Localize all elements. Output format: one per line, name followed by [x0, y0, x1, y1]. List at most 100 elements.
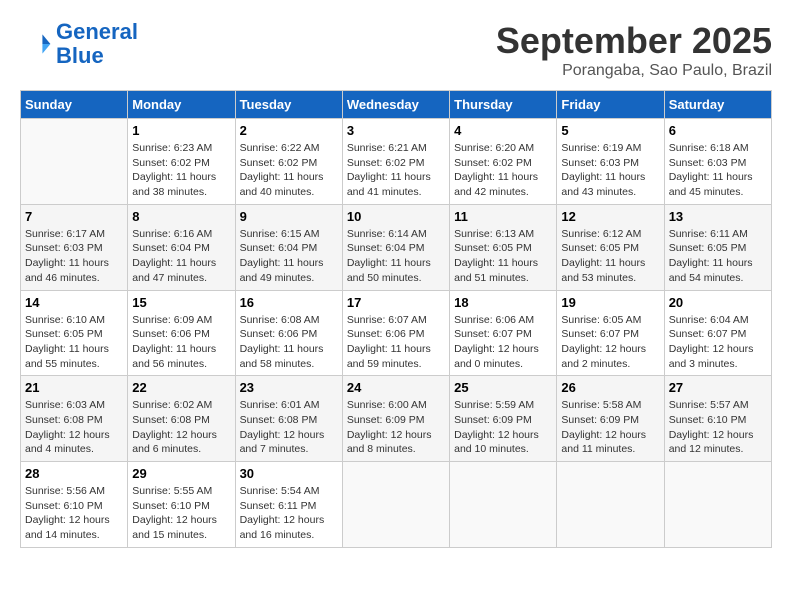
day-number: 18 — [454, 295, 552, 310]
logo: General Blue — [20, 20, 138, 68]
day-info: Sunrise: 6:16 AMSunset: 6:04 PMDaylight:… — [132, 227, 230, 286]
day-info: Sunrise: 6:01 AMSunset: 6:08 PMDaylight:… — [240, 398, 338, 457]
calendar-cell: 4 Sunrise: 6:20 AMSunset: 6:02 PMDaylight… — [450, 119, 557, 205]
calendar-cell: 23 Sunrise: 6:01 AMSunset: 6:08 PMDayligh… — [235, 376, 342, 462]
day-info: Sunrise: 5:55 AMSunset: 6:10 PMDaylight:… — [132, 484, 230, 543]
calendar-cell — [450, 462, 557, 548]
calendar-week-2: 7 Sunrise: 6:17 AMSunset: 6:03 PMDaylight… — [21, 204, 772, 290]
day-number: 28 — [25, 466, 123, 481]
calendar-cell: 18 Sunrise: 6:06 AMSunset: 6:07 PMDayligh… — [450, 290, 557, 376]
day-number: 12 — [561, 209, 659, 224]
calendar-cell: 26 Sunrise: 5:58 AMSunset: 6:09 PMDayligh… — [557, 376, 664, 462]
day-info: Sunrise: 6:07 AMSunset: 6:06 PMDaylight:… — [347, 313, 445, 372]
calendar-cell: 3Sunrise: 6:21 AMSunset: 6:02 PMDaylight… — [342, 119, 449, 205]
day-number: 26 — [561, 380, 659, 395]
day-number: 5 — [561, 123, 659, 138]
calendar-cell: 28 Sunrise: 5:56 AMSunset: 6:10 PMDayligh… — [21, 462, 128, 548]
calendar-cell: 25Sunrise: 5:59 AMSunset: 6:09 PMDayligh… — [450, 376, 557, 462]
calendar-cell: 19 Sunrise: 6:05 AMSunset: 6:07 PMDayligh… — [557, 290, 664, 376]
col-header-saturday: Saturday — [664, 91, 771, 119]
day-number: 27 — [669, 380, 767, 395]
calendar-cell: 27 Sunrise: 5:57 AMSunset: 6:10 PMDayligh… — [664, 376, 771, 462]
calendar-cell — [664, 462, 771, 548]
day-info: Sunrise: 6:12 AMSunset: 6:05 PMDaylight:… — [561, 227, 659, 286]
day-info: Sunrise: 6:03 AMSunset: 6:08 PMDaylight:… — [25, 398, 123, 457]
calendar-cell: 8Sunrise: 6:16 AMSunset: 6:04 PMDaylight… — [128, 204, 235, 290]
day-number: 25 — [454, 380, 552, 395]
day-info: Sunrise: 6:06 AMSunset: 6:07 PMDaylight:… — [454, 313, 552, 372]
day-number: 22 — [132, 380, 230, 395]
calendar-cell: 1Sunrise: 6:23 AMSunset: 6:02 PMDaylight… — [128, 119, 235, 205]
col-header-wednesday: Wednesday — [342, 91, 449, 119]
day-number: 21 — [25, 380, 123, 395]
day-info: Sunrise: 6:04 AMSunset: 6:07 PMDaylight:… — [669, 313, 767, 372]
day-number: 29 — [132, 466, 230, 481]
day-number: 24 — [347, 380, 445, 395]
day-number: 9 — [240, 209, 338, 224]
calendar-cell: 15Sunrise: 6:09 AMSunset: 6:06 PMDayligh… — [128, 290, 235, 376]
calendar-cell: 17Sunrise: 6:07 AMSunset: 6:06 PMDayligh… — [342, 290, 449, 376]
day-info: Sunrise: 6:13 AMSunset: 6:05 PMDaylight:… — [454, 227, 552, 286]
page-header: General Blue September 2025 Porangaba, S… — [20, 20, 772, 80]
col-header-friday: Friday — [557, 91, 664, 119]
day-number: 13 — [669, 209, 767, 224]
day-info: Sunrise: 6:20 AMSunset: 6:02 PMDaylight:… — [454, 141, 552, 200]
month-title: September 2025 — [496, 20, 772, 62]
calendar-table: SundayMondayTuesdayWednesdayThursdayFrid… — [20, 90, 772, 548]
calendar-cell: 10Sunrise: 6:14 AMSunset: 6:04 PMDayligh… — [342, 204, 449, 290]
day-info: Sunrise: 6:17 AMSunset: 6:03 PMDaylight:… — [25, 227, 123, 286]
calendar-cell: 11 Sunrise: 6:13 AMSunset: 6:05 PMDayligh… — [450, 204, 557, 290]
col-header-thursday: Thursday — [450, 91, 557, 119]
day-info: Sunrise: 6:15 AMSunset: 6:04 PMDaylight:… — [240, 227, 338, 286]
calendar-cell: 24 Sunrise: 6:00 AMSunset: 6:09 PMDayligh… — [342, 376, 449, 462]
calendar-cell: 21 Sunrise: 6:03 AMSunset: 6:08 PMDayligh… — [21, 376, 128, 462]
calendar-cell: 5 Sunrise: 6:19 AMSunset: 6:03 PMDaylight… — [557, 119, 664, 205]
logo-text: General Blue — [56, 20, 138, 68]
logo-general: General — [56, 19, 138, 44]
day-number: 15 — [132, 295, 230, 310]
calendar-cell: 2 Sunrise: 6:22 AMSunset: 6:02 PMDaylight… — [235, 119, 342, 205]
day-number: 11 — [454, 209, 552, 224]
day-info: Sunrise: 6:18 AMSunset: 6:03 PMDaylight:… — [669, 141, 767, 200]
col-header-sunday: Sunday — [21, 91, 128, 119]
day-info: Sunrise: 6:00 AMSunset: 6:09 PMDaylight:… — [347, 398, 445, 457]
day-info: Sunrise: 6:23 AMSunset: 6:02 PMDaylight:… — [132, 141, 230, 200]
col-header-monday: Monday — [128, 91, 235, 119]
day-number: 23 — [240, 380, 338, 395]
day-info: Sunrise: 5:57 AMSunset: 6:10 PMDaylight:… — [669, 398, 767, 457]
calendar-cell: 20Sunrise: 6:04 AMSunset: 6:07 PMDayligh… — [664, 290, 771, 376]
calendar-cell: 16Sunrise: 6:08 AMSunset: 6:06 PMDayligh… — [235, 290, 342, 376]
logo-blue: Blue — [56, 44, 138, 68]
calendar-cell — [21, 119, 128, 205]
calendar-cell: 13Sunrise: 6:11 AMSunset: 6:05 PMDayligh… — [664, 204, 771, 290]
calendar-header-row: SundayMondayTuesdayWednesdayThursdayFrid… — [21, 91, 772, 119]
day-info: Sunrise: 5:56 AMSunset: 6:10 PMDaylight:… — [25, 484, 123, 543]
day-number: 16 — [240, 295, 338, 310]
location-subtitle: Porangaba, Sao Paulo, Brazil — [496, 62, 772, 80]
day-number: 19 — [561, 295, 659, 310]
calendar-week-1: 1Sunrise: 6:23 AMSunset: 6:02 PMDaylight… — [21, 119, 772, 205]
day-number: 30 — [240, 466, 338, 481]
day-info: Sunrise: 5:58 AMSunset: 6:09 PMDaylight:… — [561, 398, 659, 457]
calendar-cell: 29 Sunrise: 5:55 AMSunset: 6:10 PMDayligh… — [128, 462, 235, 548]
day-number: 7 — [25, 209, 123, 224]
calendar-cell: 6 Sunrise: 6:18 AMSunset: 6:03 PMDaylight… — [664, 119, 771, 205]
day-number: 10 — [347, 209, 445, 224]
calendar-cell — [342, 462, 449, 548]
day-info: Sunrise: 6:19 AMSunset: 6:03 PMDaylight:… — [561, 141, 659, 200]
calendar-cell: 9 Sunrise: 6:15 AMSunset: 6:04 PMDaylight… — [235, 204, 342, 290]
day-number: 14 — [25, 295, 123, 310]
day-number: 2 — [240, 123, 338, 138]
day-info: Sunrise: 6:05 AMSunset: 6:07 PMDaylight:… — [561, 313, 659, 372]
calendar-week-4: 21 Sunrise: 6:03 AMSunset: 6:08 PMDayligh… — [21, 376, 772, 462]
calendar-week-3: 14 Sunrise: 6:10 AMSunset: 6:05 PMDayligh… — [21, 290, 772, 376]
day-info: Sunrise: 6:10 AMSunset: 6:05 PMDaylight:… — [25, 313, 123, 372]
calendar-cell: 30Sunrise: 5:54 AMSunset: 6:11 PMDayligh… — [235, 462, 342, 548]
day-number: 3 — [347, 123, 445, 138]
day-info: Sunrise: 6:22 AMSunset: 6:02 PMDaylight:… — [240, 141, 338, 200]
calendar-body: 1Sunrise: 6:23 AMSunset: 6:02 PMDaylight… — [21, 119, 772, 548]
day-number: 6 — [669, 123, 767, 138]
calendar-cell: 7 Sunrise: 6:17 AMSunset: 6:03 PMDaylight… — [21, 204, 128, 290]
col-header-tuesday: Tuesday — [235, 91, 342, 119]
day-number: 4 — [454, 123, 552, 138]
